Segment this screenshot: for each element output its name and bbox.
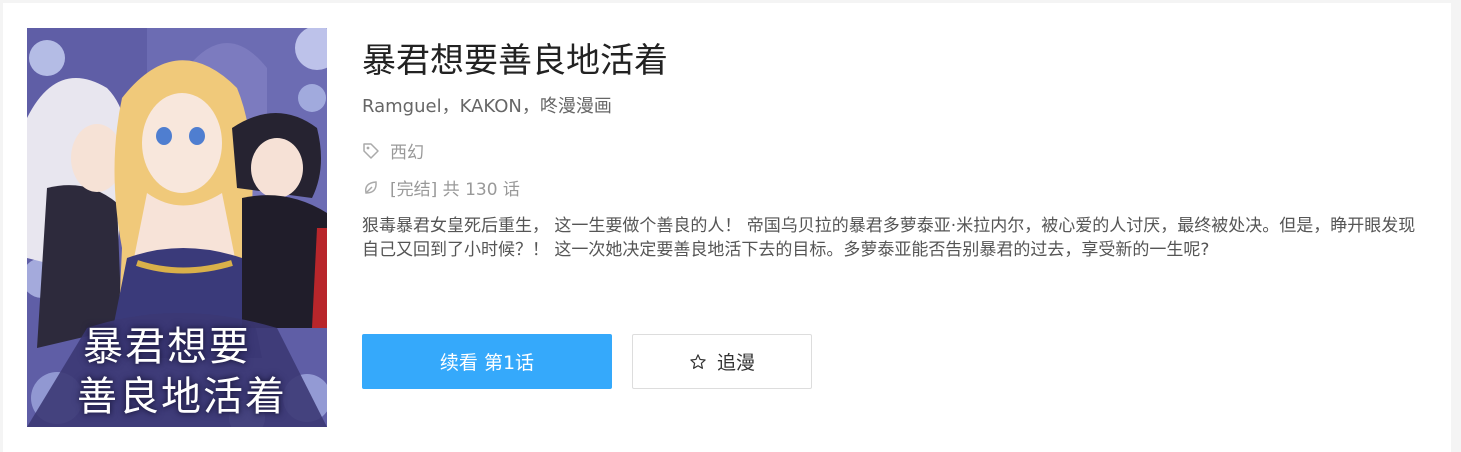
tag-icon: [363, 142, 379, 159]
follow-comic-button[interactable]: 追漫: [632, 334, 812, 389]
comic-tag-row: 西幻: [362, 138, 424, 163]
comic-authors: Ramguel，KAKON，咚漫漫画: [362, 96, 612, 117]
continue-reading-label: 续看 第1话: [439, 352, 535, 374]
leaf-icon: [364, 180, 377, 194]
continue-reading-button[interactable]: 续看 第1话: [362, 334, 612, 389]
follow-comic-label: 追漫: [716, 352, 755, 374]
comic-title: 暴君想要善良地活着: [362, 41, 668, 81]
comic-cover-image[interactable]: 暴君想要 善良地活着: [27, 28, 327, 427]
comic-status-row: [完结] 共 130 话: [362, 175, 520, 200]
star-icon: [690, 353, 706, 369]
cover-title-line2: 善良地活着: [77, 374, 287, 420]
comic-detail-card: 暴君想要 善良地活着 暴君想要善良地活着 Ramguel，KAKON，咚漫漫画 …: [3, 3, 1451, 452]
comic-description: 狠毒暴君女皇死后重生， 这一生要做个善良的人！ 帝国乌贝拉的暴君多萝泰亚·米拉内…: [362, 216, 1416, 260]
comic-status: [完结] 共 130 话: [390, 180, 520, 200]
comic-tag[interactable]: 西幻: [390, 138, 424, 163]
